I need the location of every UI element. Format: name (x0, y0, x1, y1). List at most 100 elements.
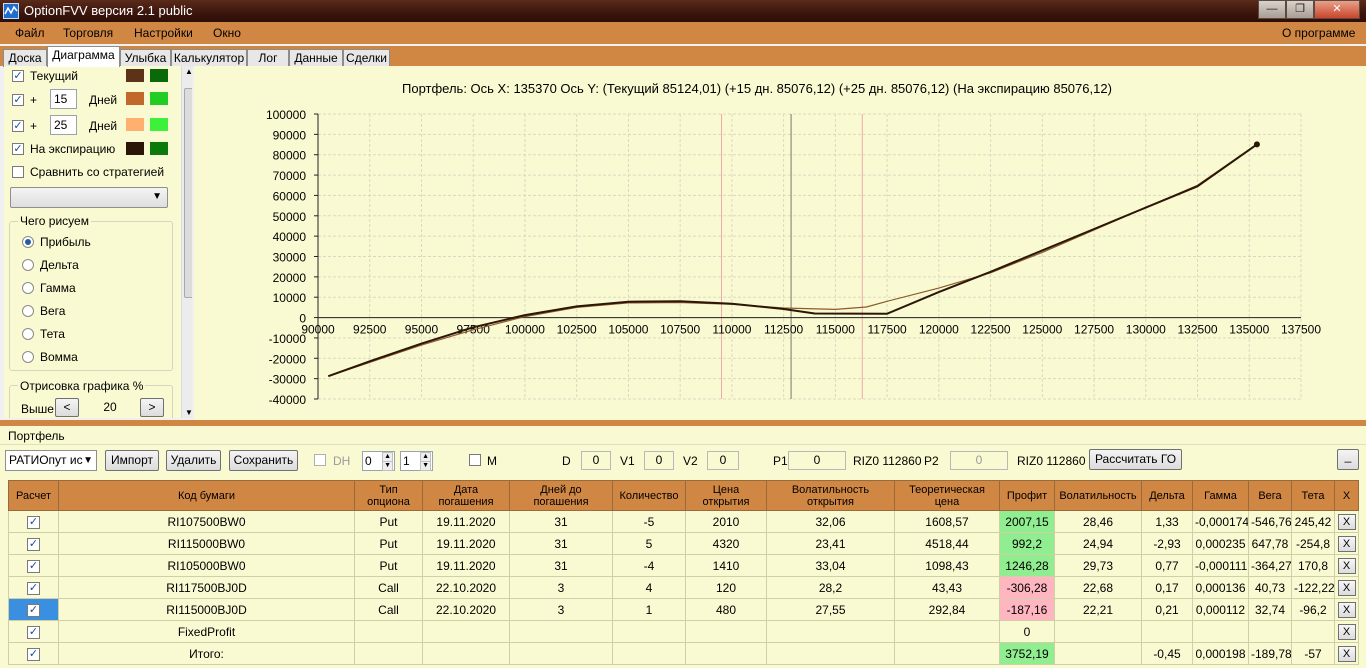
table-row[interactable]: ✓ FixedProfit 0 X (8, 620, 1359, 643)
row-calc-checkbox[interactable]: ✓ (27, 537, 40, 551)
radio-vomma[interactable] (22, 351, 34, 363)
row-calc-checkbox[interactable]: ✓ (27, 515, 40, 529)
strategy-select[interactable]: РАТИОпут исп ▼ (5, 450, 97, 471)
remove-row-button[interactable]: X (1337, 623, 1356, 640)
col-days[interactable]: Дней до погашения (509, 480, 613, 511)
col-qty[interactable]: Количество (612, 480, 686, 511)
menu-trade[interactable]: Торговля (63, 26, 113, 40)
remove-row-button[interactable]: X (1337, 513, 1356, 530)
radio-vega[interactable] (22, 305, 34, 317)
remove-row-button[interactable]: X (1337, 579, 1356, 596)
row-calc-cell[interactable]: ✓ (8, 510, 59, 533)
current-color-swatch[interactable] (126, 69, 144, 82)
maximize-icon[interactable]: ❐ (1286, 0, 1314, 19)
radio-gamma[interactable] (22, 282, 34, 294)
dh-spin-2[interactable]: 1 ▲ ▼ (400, 451, 433, 471)
col-calc[interactable]: Расчет (8, 480, 59, 511)
radio-profit[interactable] (22, 236, 34, 248)
row-calc-cell[interactable]: ✓ (8, 532, 59, 555)
table-row[interactable]: ✓ Итого: 3752,19 -0,45 0,000198 -189,78 -57 X (8, 642, 1359, 665)
table-row[interactable]: ✓ RI117500BJ0D Call 22.10.2020 3 4 120 28,2 43,4… (8, 576, 1359, 599)
days1-color-swatch[interactable] (126, 92, 144, 105)
radio-delta[interactable] (22, 259, 34, 271)
table-row[interactable]: ✓ RI115000BJ0D Call 22.10.2020 3 1 480 27,55 292… (8, 598, 1359, 621)
calc-margin-button[interactable]: Рассчитать ГО (1089, 449, 1182, 470)
row-calc-cell[interactable]: ✓ (8, 598, 59, 621)
save-button[interactable]: Сохранить (229, 450, 298, 471)
tab-log[interactable]: Лог (247, 49, 289, 67)
m-checkbox[interactable] (469, 454, 481, 466)
left-panel-scrollbar[interactable]: ▲ ▼ (181, 66, 192, 418)
close-icon[interactable]: ✕ (1314, 0, 1360, 19)
table-row[interactable]: ✓ RI107500BW0 Put 19.11.2020 31 -5 2010 32,06 16… (8, 510, 1359, 533)
row-calc-checkbox[interactable]: ✓ (27, 581, 40, 595)
scroll-down-icon[interactable]: ▼ (185, 408, 192, 417)
minimize-icon[interactable]: — (1258, 0, 1286, 19)
current-checkbox[interactable]: ✓ (12, 70, 24, 82)
scroll-up-icon[interactable]: ▲ (185, 67, 192, 76)
table-row[interactable]: ✓ RI115000BW0 Put 19.11.2020 31 5 4320 23,41 451… (8, 532, 1359, 555)
remove-row-button[interactable]: X (1337, 601, 1356, 618)
remove-row-button[interactable]: X (1337, 557, 1356, 574)
col-type[interactable]: Тип опциона (354, 480, 423, 511)
above-decrease-button[interactable]: < (55, 398, 79, 417)
days1-checkbox[interactable]: ✓ (12, 94, 24, 106)
row-calc-checkbox[interactable]: ✓ (27, 603, 40, 617)
menu-file[interactable]: Файл (15, 26, 45, 40)
spin-down-icon[interactable]: ▼ (382, 461, 393, 471)
strategy-dropdown[interactable]: ▼ (10, 187, 168, 208)
above-value[interactable]: 20 (88, 398, 132, 417)
row-calc-checkbox[interactable]: ✓ (27, 625, 40, 639)
days1-color-swatch-2[interactable] (150, 92, 168, 105)
current-color-swatch-2[interactable] (150, 69, 168, 82)
collapse-button[interactable]: _ (1337, 449, 1359, 470)
col-expiry[interactable]: Дата погашения (422, 480, 510, 511)
col-profit[interactable]: Профит (999, 480, 1055, 511)
row-calc-checkbox[interactable]: ✓ (27, 559, 40, 573)
menu-about[interactable]: О программе (1282, 26, 1355, 40)
col-vega[interactable]: Вега (1248, 480, 1292, 511)
col-open-vol[interactable]: Волатильность открытия (766, 480, 895, 511)
col-theta[interactable]: Тета (1291, 480, 1335, 511)
days2-checkbox[interactable]: ✓ (12, 120, 24, 132)
remove-row-button[interactable]: X (1337, 535, 1356, 552)
tab-diagram[interactable]: Диаграмма (47, 46, 120, 67)
scrollbar-thumb[interactable] (184, 88, 192, 298)
p1-value[interactable]: 0 (788, 451, 846, 470)
col-code[interactable]: Код бумаги (58, 480, 355, 511)
days2-color-swatch-2[interactable] (150, 118, 168, 131)
remove-row-button[interactable]: X (1337, 645, 1356, 662)
tab-calculator[interactable]: Калькулятор (171, 49, 247, 67)
table-row[interactable]: ✓ RI105000BW0 Put 19.11.2020 31 -4 1410 33,04 10… (8, 554, 1359, 577)
pnl-chart[interactable]: 100000 90000 80000 70000 60000 50000 40000 3000… (194, 66, 1366, 420)
days2-color-swatch[interactable] (126, 118, 144, 131)
radio-theta[interactable] (22, 328, 34, 340)
menu-settings[interactable]: Настройки (134, 26, 193, 40)
tab-smile[interactable]: Улыбка (120, 49, 171, 67)
days1-input[interactable]: 15 (50, 89, 77, 109)
menu-window[interactable]: Окно (213, 26, 241, 40)
col-delta[interactable]: Дельта (1141, 480, 1193, 511)
expiry-color-swatch-2[interactable] (150, 142, 168, 155)
delete-button[interactable]: Удалить (166, 450, 221, 471)
expiry-checkbox[interactable]: ✓ (12, 143, 24, 155)
col-theo-price[interactable]: Теоретическая цена (894, 480, 1000, 511)
compare-checkbox[interactable] (12, 166, 24, 178)
dh-spin-1[interactable]: 0 ▲ ▼ (362, 451, 395, 471)
dh-checkbox[interactable] (314, 454, 326, 466)
above-increase-button[interactable]: > (140, 398, 164, 417)
row-calc-checkbox[interactable]: ✓ (27, 647, 40, 661)
row-calc-cell[interactable]: ✓ (8, 576, 59, 599)
days2-input[interactable]: 25 (50, 115, 77, 135)
row-calc-cell[interactable]: ✓ (8, 620, 59, 643)
col-open-price[interactable]: Цена открытия (685, 480, 767, 511)
p2-value[interactable]: 0 (950, 451, 1008, 470)
tab-board[interactable]: Доска (3, 49, 47, 67)
tab-data[interactable]: Данные (289, 49, 343, 67)
import-button[interactable]: Импорт (105, 450, 159, 471)
tab-deals[interactable]: Сделки (343, 49, 390, 67)
spin-down-icon[interactable]: ▼ (420, 461, 431, 471)
row-calc-cell[interactable]: ✓ (8, 554, 59, 577)
col-vol[interactable]: Волатильность (1054, 480, 1142, 511)
row-calc-cell[interactable]: ✓ (8, 642, 59, 665)
